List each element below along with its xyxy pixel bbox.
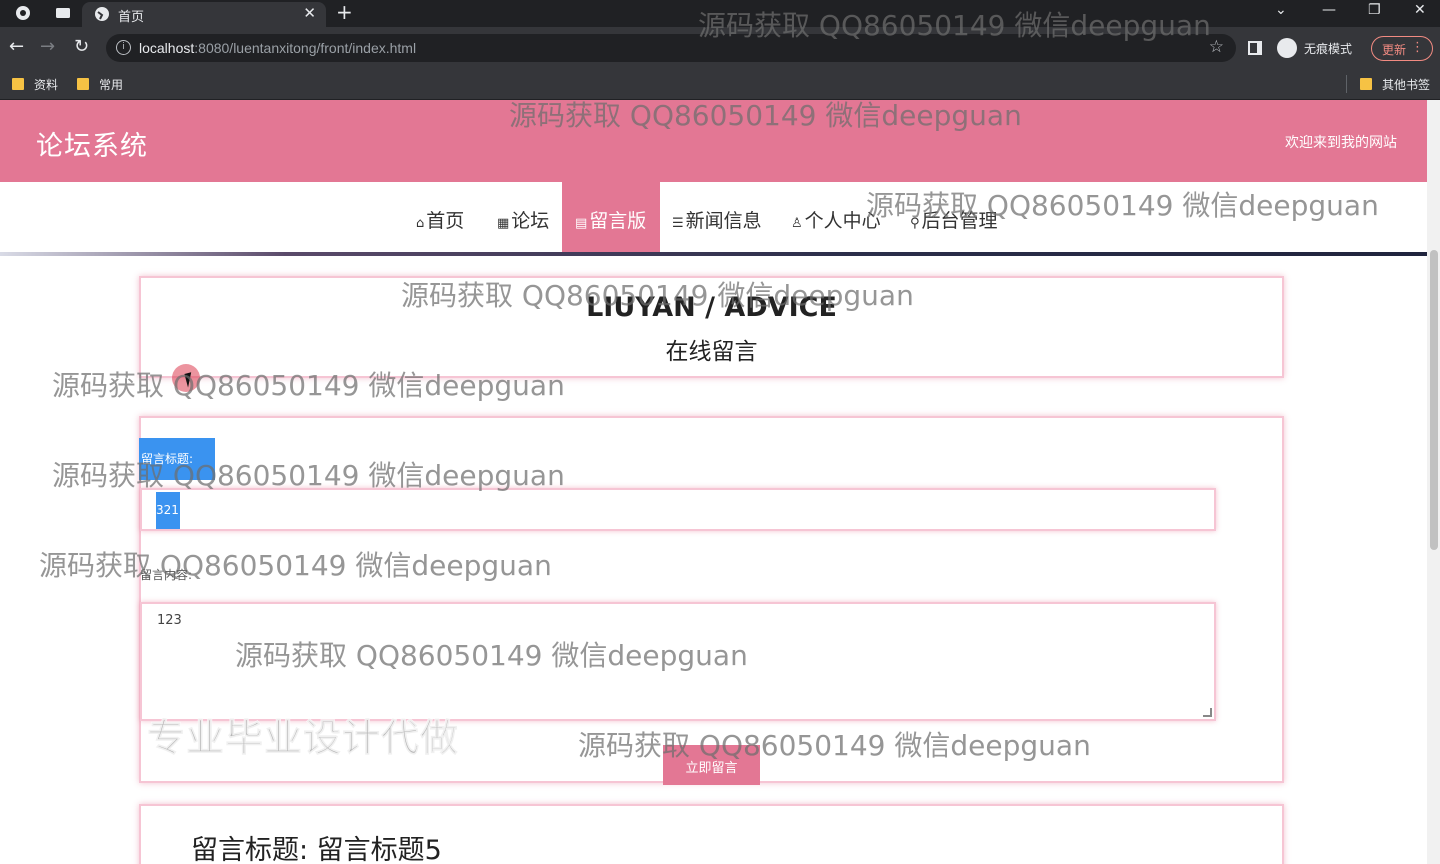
- url-host: localhost: [139, 40, 195, 56]
- tab-close-icon[interactable]: ✕: [303, 4, 316, 22]
- site-header: 论坛系统 欢迎来到我的网站: [0, 100, 1427, 182]
- forum-icon: ▦: [497, 216, 510, 231]
- nav-item-news[interactable]: ☰ 新闻信息: [672, 182, 762, 254]
- incognito-label: 无痕模式: [1304, 42, 1353, 56]
- reload-icon[interactable]: ↻: [74, 37, 89, 57]
- page-title-en: LIUYAN / ADVICE: [586, 292, 837, 323]
- forward-icon[interactable]: →: [40, 37, 55, 57]
- browser-tab-bar: 首页 ✕ + ⌄ — ❐ ✕: [0, 0, 1440, 27]
- nav-divider: [0, 252, 1427, 256]
- more-menu-icon[interactable]: ⋮: [1411, 40, 1424, 55]
- back-icon[interactable]: ←: [9, 37, 24, 57]
- side-panel-icon[interactable]: [1248, 41, 1262, 55]
- home-icon: ⌂: [416, 216, 425, 231]
- title-input[interactable]: 321: [140, 488, 1216, 531]
- update-label: 更新: [1382, 43, 1407, 57]
- nav-item-forum[interactable]: ▦ 论坛: [497, 182, 549, 254]
- bookmark-label: 资料: [34, 78, 59, 92]
- title-input-value: 321: [156, 492, 180, 529]
- nav-label: 个人中心: [804, 210, 881, 232]
- welcome-text: 欢迎来到我的网站: [1285, 135, 1397, 151]
- content-value: 123: [157, 613, 182, 628]
- browser-tab-home[interactable]: 首页 ✕: [82, 2, 326, 27]
- update-button[interactable]: 更新 ⋮: [1371, 36, 1433, 61]
- other-bookmarks[interactable]: 其他书签: [1360, 76, 1430, 93]
- address-bar: ← → ↻ i localhost:8080/luentanxitong/fro…: [0, 27, 1440, 69]
- globe-icon: [94, 6, 110, 22]
- minimize-icon[interactable]: —: [1322, 2, 1336, 18]
- message-title: 留言标题: 留言标题5: [191, 835, 442, 864]
- page-heading-panel: LIUYAN / ADVICE 在线留言: [139, 276, 1284, 378]
- nav-item-profile[interactable]: ♙ 个人中心: [791, 182, 881, 254]
- link-icon: ⚲: [910, 216, 920, 231]
- promo-watermark: 专业毕业设计代做: [146, 716, 460, 761]
- incognito-icon[interactable]: [1277, 38, 1297, 58]
- site-title: 论坛系统: [36, 131, 148, 162]
- tab-list-chevron-icon[interactable]: ⌄: [1275, 2, 1287, 18]
- resize-handle-icon[interactable]: [1203, 708, 1212, 717]
- bookmark-label: 常用: [99, 78, 124, 92]
- main-nav: ⌂ 首页 ▦ 论坛 ▤ 留言版 ☰ 新闻信息 ♙ 个人中心 ⚲ 后台管理: [0, 182, 1427, 254]
- news-icon: ☰: [672, 216, 684, 231]
- close-window-icon[interactable]: ✕: [1414, 2, 1426, 18]
- other-bookmarks-label: 其他书签: [1382, 78, 1431, 92]
- page-title-cn: 在线留言: [665, 339, 758, 365]
- bookmark-divider: [1346, 75, 1347, 93]
- bookmarks-bar: 资料 常用 其他书签: [0, 69, 1440, 100]
- bookmark-folder-ziliao[interactable]: 资料: [12, 76, 58, 93]
- nav-label: 首页: [426, 210, 465, 232]
- new-tab-icon[interactable]: +: [336, 0, 353, 24]
- nav-label: 留言版: [589, 210, 647, 232]
- nav-item-messages[interactable]: ▤ 留言版: [562, 182, 660, 254]
- bookmark-star-icon[interactable]: ☆: [1209, 37, 1224, 57]
- url-path: :8080/luentanxitong/front/index.html: [194, 40, 417, 56]
- url-text: localhost:8080/luentanxitong/front/index…: [139, 40, 416, 56]
- title-label: 留言标题:: [139, 438, 215, 480]
- site-info-icon[interactable]: i: [116, 40, 131, 55]
- restore-icon[interactable]: ❐: [1368, 2, 1381, 18]
- folder-icon: [1360, 78, 1372, 90]
- folder-icon: [12, 78, 24, 90]
- content-textarea[interactable]: 123: [140, 602, 1216, 721]
- folder-icon: [77, 78, 89, 90]
- nav-label: 后台管理: [921, 210, 998, 232]
- message-item: 留言标题: 留言标题5: [139, 804, 1284, 864]
- url-input[interactable]: i localhost:8080/luentanxitong/front/ind…: [106, 34, 1236, 62]
- bookmark-folder-changyong[interactable]: 常用: [77, 76, 123, 93]
- nav-item-home[interactable]: ⌂ 首页: [416, 182, 464, 254]
- nav-label: 新闻信息: [685, 210, 762, 232]
- content-label: 留言内容:: [140, 568, 193, 582]
- tab-search-icon[interactable]: [55, 5, 71, 21]
- scrollbar-thumb[interactable]: [1430, 250, 1438, 550]
- submit-button[interactable]: 立即留言: [663, 745, 760, 785]
- user-icon: ♙: [791, 216, 803, 231]
- tab-title: 首页: [118, 9, 145, 24]
- chrome-menu-icon[interactable]: [15, 5, 31, 21]
- message-board-icon: ▤: [575, 216, 588, 231]
- nav-label: 论坛: [511, 210, 550, 232]
- nav-item-admin[interactable]: ⚲ 后台管理: [910, 182, 998, 254]
